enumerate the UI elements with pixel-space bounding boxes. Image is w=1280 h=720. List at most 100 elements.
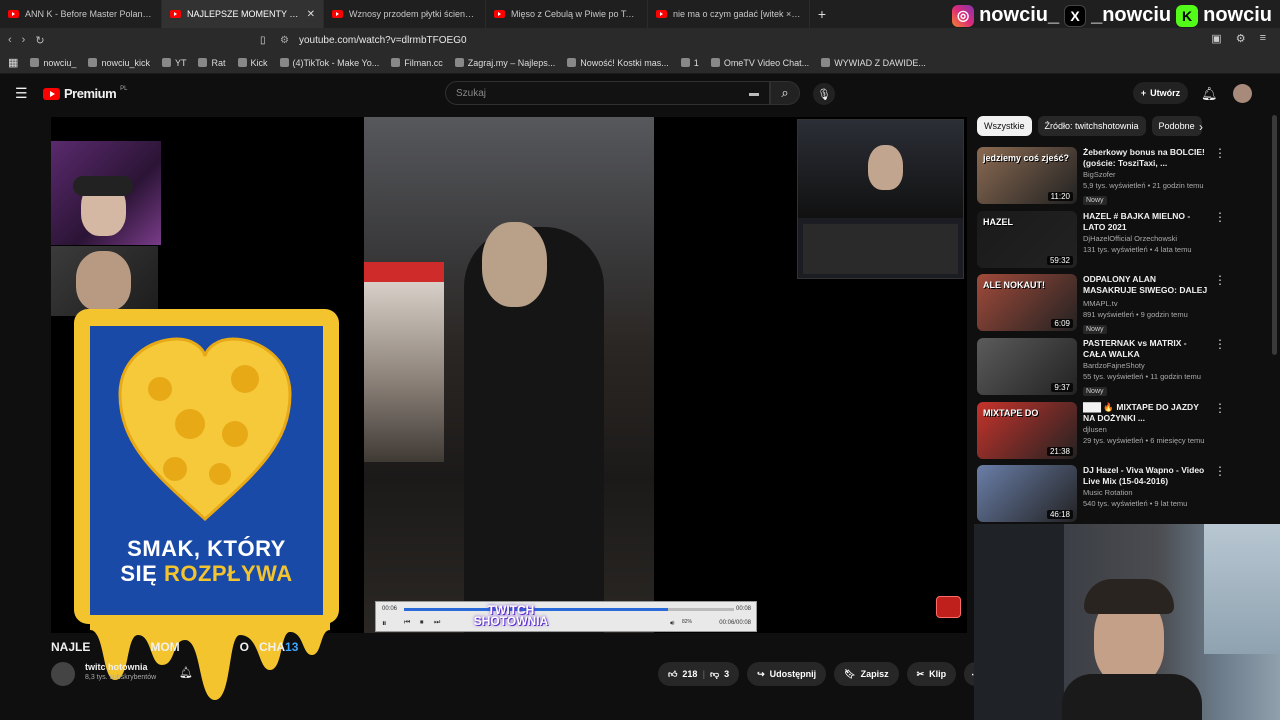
- rec-channel[interactable]: DjHazelOfficial Orzechowski: [1083, 233, 1208, 244]
- video-thumbnail[interactable]: HAZEL 59:32: [977, 211, 1077, 268]
- rec-channel[interactable]: djlusen: [1083, 424, 1208, 435]
- rec-title[interactable]: ███ 🔥 MIXTAPE DO JAZDY NA DOŻYNKI ...: [1083, 402, 1208, 424]
- tab-title: Mięso z Cebulą w Piwie po Teksańsku: [511, 9, 639, 19]
- reload-icon[interactable]: ↻: [35, 34, 44, 47]
- search-button[interactable]: ⌕: [770, 81, 800, 105]
- youtube-logo[interactable]: Premium PL: [43, 86, 127, 101]
- bookmark-item[interactable]: Rat: [198, 58, 226, 68]
- scrollbar[interactable]: [1272, 115, 1277, 355]
- channel-name[interactable]: twitc hotownia: [85, 662, 156, 672]
- recommendation-item[interactable]: HAZEL 59:32 HAZEL # BAJKA MIELNO - LATO 20…: [977, 211, 1226, 271]
- chip-1[interactable]: Źródło: twitchshotownia: [1037, 116, 1146, 136]
- video-thumbnail[interactable]: 46:18: [977, 465, 1077, 522]
- rec-channel[interactable]: BardzoFajneShoty: [1083, 360, 1208, 371]
- bookmark-item[interactable]: YT: [161, 58, 186, 68]
- video-thumbnail[interactable]: jedziemy coś zjeść? 11:20: [977, 147, 1077, 204]
- recommendation-item[interactable]: 46:18 DJ Hazel - Viva Wapno - Video Live …: [977, 465, 1226, 525]
- url-field[interactable]: ▯ ⚙ youtube.com/watch?v=dlrmbTFOEG0: [260, 31, 1000, 49]
- kebab-menu-icon[interactable]: ⋮: [1214, 338, 1226, 398]
- kebab-menu-icon[interactable]: ⋮: [1214, 402, 1226, 462]
- thumbnail-text: HAZEL: [983, 217, 1013, 227]
- kebab-menu-icon[interactable]: ⋮: [1214, 147, 1226, 207]
- apps-icon[interactable]: ▦: [8, 56, 18, 69]
- stop-icon[interactable]: ⏹: [420, 619, 424, 627]
- chip-2[interactable]: Podobne: [1151, 116, 1202, 136]
- rec-channel[interactable]: BigSzofer: [1083, 169, 1208, 180]
- recommendation-item[interactable]: ALE NOKAUT! 6:09 ODPALONY ALAN MASAKRUJE S…: [977, 274, 1226, 334]
- rec-title[interactable]: HAZEL # BAJKA MIELNO - LATO 2021: [1083, 211, 1208, 233]
- channel-watermark-icon[interactable]: [936, 596, 961, 618]
- create-button[interactable]: + Utwórz: [1133, 82, 1188, 104]
- bookmark-item[interactable]: (4)TikTok - Make Yo...: [279, 58, 379, 68]
- rec-title[interactable]: PASTERNAK vs MATRIX - CAŁA WALKA: [1083, 338, 1208, 360]
- recommendation-item[interactable]: jedziemy coś zjeść? 11:20 Żeberkowy bonus …: [977, 147, 1226, 207]
- video-thumbnail[interactable]: ALE NOKAUT! 6:09: [977, 274, 1077, 331]
- bookmark-item[interactable]: Filman.cc: [391, 58, 443, 68]
- duration-badge: 46:18: [1046, 510, 1073, 519]
- channel-avatar[interactable]: [51, 662, 75, 686]
- recommendation-item[interactable]: 9:37 PASTERNAK vs MATRIX - CAŁA WALKA Bard…: [977, 338, 1226, 398]
- bookmark-item[interactable]: Zagraj.my – Najleps...: [454, 58, 555, 68]
- clip-button[interactable]: ✂ Klip: [906, 662, 957, 686]
- rec-title[interactable]: DJ Hazel - Viva Wapno - Video Live Mix (…: [1083, 465, 1208, 487]
- kebab-menu-icon[interactable]: ⋮: [1214, 211, 1226, 271]
- notifications-icon[interactable]: 🔔︎: [1201, 86, 1218, 102]
- settings-icon[interactable]: ⚙: [1236, 32, 1246, 45]
- kebab-menu-icon[interactable]: ⋮: [1214, 274, 1226, 334]
- bookmark-favicon-icon: [30, 58, 40, 67]
- recommendation-item[interactable]: MIXTAPE DO 21:38 ███ 🔥 MIXTAPE DO JAZDY NA…: [977, 402, 1226, 462]
- back-icon[interactable]: ‹: [8, 34, 12, 46]
- prev-icon[interactable]: ⏮: [404, 619, 410, 627]
- voice-search-button[interactable]: 🎙︎: [813, 83, 835, 105]
- bell-icon[interactable]: 🔔︎: [179, 666, 193, 679]
- bookmark-favicon-icon: [710, 58, 720, 67]
- bookmark-item[interactable]: OmeTV Video Chat...: [710, 58, 809, 68]
- site-info-icon[interactable]: ⚙: [280, 35, 289, 46]
- bookmark-icon[interactable]: ▯: [260, 35, 266, 46]
- video-thumbnail[interactable]: 9:37: [977, 338, 1077, 395]
- avatar[interactable]: [1233, 84, 1252, 103]
- rec-title[interactable]: ODPALONY ALAN MASAKRUJE SIWEGO: DALEJ NI…: [1083, 274, 1208, 298]
- seek-bar[interactable]: [404, 608, 734, 611]
- menu-icon[interactable]: ≡: [1260, 32, 1266, 45]
- keyboard-icon[interactable]: ▬: [749, 88, 759, 99]
- volume-icon[interactable]: 🔊︎: [670, 620, 674, 628]
- search-input[interactable]: Szukaj ▬: [445, 81, 770, 105]
- tab-2[interactable]: Wznosy przodem płytki ścienne - Yo: [324, 0, 486, 28]
- video-thumbnail[interactable]: MIXTAPE DO 21:38: [977, 402, 1077, 459]
- bookmark-item[interactable]: Kick: [237, 58, 268, 68]
- like-button[interactable]: 👍︎ 218 | 👎︎ 3: [658, 662, 740, 686]
- chip-0[interactable]: Wszystkie: [977, 116, 1032, 136]
- bookmark-item[interactable]: WYWIAD Z DAWIDE...: [821, 58, 926, 68]
- tab-1[interactable]: NAJLEPSZE MOMENTY POLSK ✕: [162, 0, 324, 28]
- share-button[interactable]: ↪ Udostępnij: [747, 662, 827, 686]
- chevron-right-icon[interactable]: ›: [1199, 120, 1203, 134]
- bookmark-item[interactable]: nowciu_kick: [88, 58, 150, 68]
- kebab-menu-icon[interactable]: ⋮: [1214, 465, 1226, 525]
- bookmark-item[interactable]: 1: [680, 58, 699, 68]
- rec-title[interactable]: Żeberkowy bonus na BOLCIE! (goście: Tosz…: [1083, 147, 1208, 169]
- extensions-icon[interactable]: ▣: [1211, 32, 1221, 45]
- pause-icon[interactable]: ⏸: [382, 618, 387, 629]
- thumbs-down-icon[interactable]: 👎︎: [710, 669, 719, 680]
- close-tab-icon[interactable]: ✕: [307, 9, 315, 20]
- bookmark-item[interactable]: nowciu_: [30, 58, 76, 68]
- tab-4[interactable]: nie ma o czym gadać [witek × kasix: [648, 0, 810, 28]
- hamburger-icon[interactable]: ☰: [15, 85, 28, 102]
- rec-channel[interactable]: Music Rotation: [1083, 487, 1208, 498]
- rec-meta: 5,9 tys. wyświetleń • 21 godzin temu: [1083, 181, 1204, 190]
- streamer-webcam: [974, 524, 1280, 720]
- new-badge: Nowy: [1083, 196, 1107, 205]
- tab-3[interactable]: Mięso z Cebulą w Piwie po Teksańsku: [486, 0, 648, 28]
- forward-icon[interactable]: ›: [22, 34, 26, 46]
- bookmark-item[interactable]: Nowość! Kostki mas...: [567, 58, 669, 68]
- next-icon[interactable]: ⏭: [434, 619, 440, 627]
- youtube-tab-icon: [332, 10, 343, 18]
- save-button[interactable]: 🔖︎ Zapisz: [834, 662, 899, 686]
- rec-channel[interactable]: MMAPL.tv: [1083, 298, 1208, 309]
- ad-line-1: SMAK, KTÓRY: [127, 536, 286, 561]
- new-tab-button[interactable]: +: [810, 6, 834, 22]
- youtube-tab-icon: [8, 10, 19, 18]
- instagram-icon: ◎: [952, 4, 975, 27]
- tab-0[interactable]: ANN K - Before Master Poland Dj Ba: [0, 0, 162, 28]
